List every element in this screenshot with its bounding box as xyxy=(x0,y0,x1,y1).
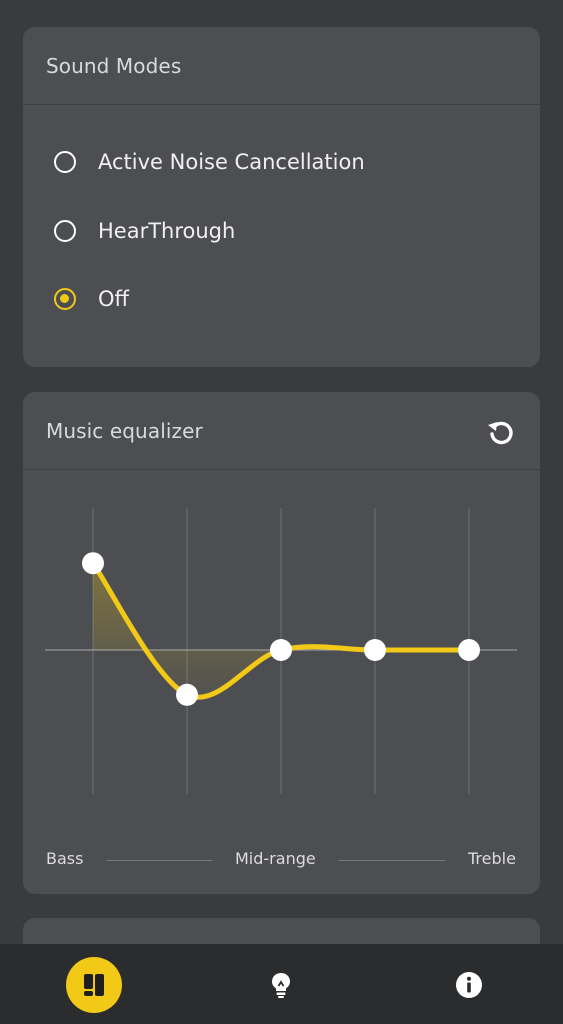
eq-band-handle-4[interactable] xyxy=(364,639,386,661)
reset-icon[interactable] xyxy=(484,416,518,450)
sound-modes-title: Sound Modes xyxy=(46,54,182,78)
eq-range-divider-left xyxy=(106,860,212,861)
eq-band-handle-3[interactable] xyxy=(270,639,292,661)
eq-range-labels: Bass Mid-range Treble xyxy=(23,849,540,873)
eq-label-treble: Treble xyxy=(468,849,516,868)
dashboard-icon xyxy=(84,974,104,996)
mode-label-hearthrough: HearThrough xyxy=(98,219,236,243)
eq-band-handle-2[interactable] xyxy=(176,683,198,706)
equalizer-header: Music equalizer xyxy=(23,392,540,470)
radio-anc[interactable] xyxy=(54,151,76,173)
nav-dashboard[interactable] xyxy=(65,956,123,1014)
eq-label-bass: Bass xyxy=(46,849,84,868)
info-icon xyxy=(456,972,482,998)
nav-dashboard-highlight xyxy=(66,957,122,1013)
radio-hearthrough[interactable] xyxy=(54,220,76,242)
eq-band-handle-1[interactable] xyxy=(82,552,104,575)
equalizer-title: Music equalizer xyxy=(46,419,203,443)
nav-info[interactable] xyxy=(440,956,498,1014)
radio-off[interactable] xyxy=(54,288,76,310)
equalizer-graph xyxy=(45,508,517,794)
nav-tips[interactable] xyxy=(252,956,310,1014)
mode-label-off: Off xyxy=(98,287,129,311)
sound-modes-header: Sound Modes xyxy=(23,27,540,105)
mode-option-hearthrough[interactable]: HearThrough xyxy=(54,211,235,251)
eq-range-divider-right xyxy=(338,860,445,861)
lightbulb-icon xyxy=(272,973,290,998)
bottom-navigation xyxy=(0,944,563,1024)
mode-option-off[interactable]: Off xyxy=(54,279,129,319)
eq-label-mid: Mid-range xyxy=(235,849,316,868)
equalizer-card: Music equalizer Bass Mid-range Treble xyxy=(23,392,540,894)
sound-modes-card: Sound Modes Active Noise Cancellation He… xyxy=(23,27,540,367)
mode-label-anc: Active Noise Cancellation xyxy=(98,150,365,174)
mode-option-anc[interactable]: Active Noise Cancellation xyxy=(54,142,365,182)
eq-band-handle-5[interactable] xyxy=(458,639,480,661)
